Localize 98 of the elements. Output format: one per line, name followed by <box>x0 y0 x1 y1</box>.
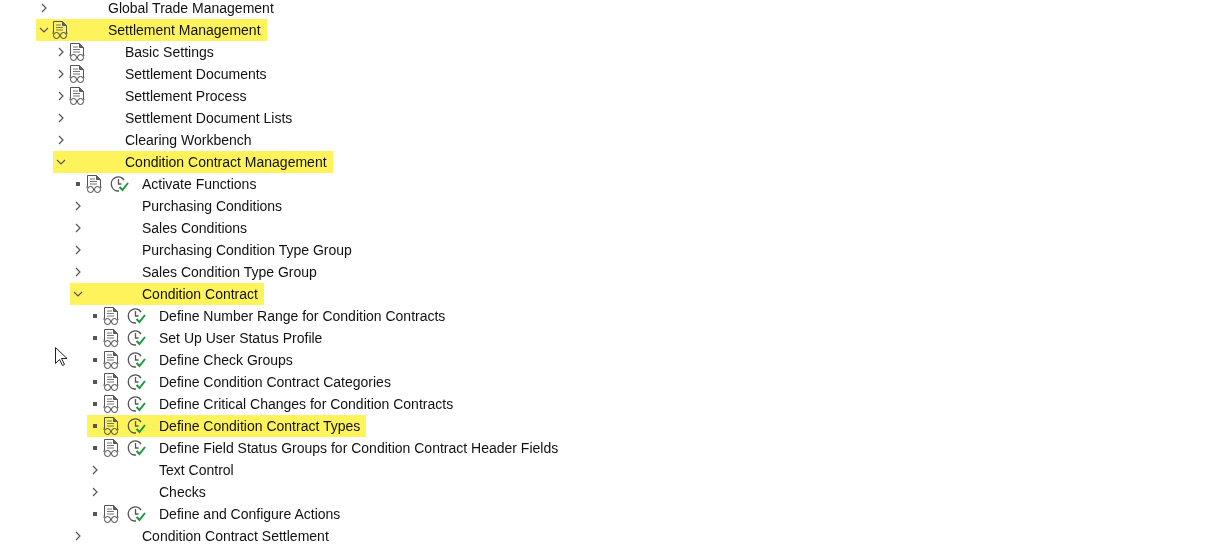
tree-item-label[interactable]: Set Up User Status Profile <box>159 330 323 346</box>
chevron-right-icon[interactable] <box>92 487 98 497</box>
clock-check-icon[interactable] <box>127 395 146 413</box>
document-glasses-icon[interactable] <box>52 21 68 39</box>
tree-row[interactable]: Purchasing Conditions <box>70 195 289 217</box>
tree-row[interactable]: Settlement Document Lists <box>53 107 299 129</box>
document-glasses-icon[interactable] <box>103 395 119 413</box>
tree-item-label[interactable]: Settlement Management <box>108 22 261 38</box>
tree-row[interactable]: Global Trade Management <box>36 0 280 19</box>
tree-row[interactable]: Settlement Management <box>36 19 267 41</box>
document-glasses-icon[interactable] <box>103 373 119 391</box>
tree-row[interactable]: Text Control <box>87 459 240 481</box>
clock-check-icon[interactable] <box>127 373 146 391</box>
document-glasses-icon[interactable] <box>86 175 102 193</box>
bullet-icon <box>93 336 97 340</box>
tree-row[interactable]: Settlement Documents <box>53 63 273 85</box>
bullet-icon <box>93 402 97 406</box>
chevron-right-icon[interactable] <box>75 201 81 211</box>
tree-item-label[interactable]: Define and Configure Actions <box>159 506 341 522</box>
tree-item-label[interactable]: Condition Contract <box>142 286 258 302</box>
document-glasses-icon[interactable] <box>103 329 119 347</box>
clock-check-icon[interactable] <box>127 307 146 325</box>
bullet-icon <box>93 358 97 362</box>
tree-item-label[interactable]: Define Condition Contract Categories <box>159 374 391 390</box>
tree-item-label[interactable]: Settlement Documents <box>125 66 267 82</box>
tree-row[interactable]: Condition Contract Management <box>53 151 333 173</box>
clock-check-icon[interactable] <box>110 175 129 193</box>
chevron-right-icon[interactable] <box>58 91 64 101</box>
tree-row[interactable]: Define Condition Contract Categories <box>87 371 397 393</box>
chevron-right-icon[interactable] <box>75 223 81 233</box>
chevron-down-icon[interactable] <box>56 159 66 165</box>
document-glasses-icon[interactable] <box>69 65 85 83</box>
chevron-right-icon[interactable] <box>75 531 81 541</box>
tree-item-label[interactable]: Activate Functions <box>142 176 257 192</box>
chevron-right-icon[interactable] <box>75 267 81 277</box>
tree-item-label[interactable]: Sales Conditions <box>142 220 248 236</box>
chevron-down-icon[interactable] <box>39 27 49 33</box>
tree-row[interactable]: Condition Contract Settlement <box>70 525 335 546</box>
chevron-right-icon[interactable] <box>41 3 47 13</box>
clock-check-icon[interactable] <box>127 329 146 347</box>
tree-row[interactable]: Condition Contract <box>70 283 264 305</box>
bullet-icon <box>93 512 97 516</box>
tree-row[interactable]: Define Check Groups <box>87 349 299 371</box>
tree-row[interactable]: Settlement Process <box>53 85 253 107</box>
document-glasses-icon[interactable] <box>69 87 85 105</box>
clock-check-icon[interactable] <box>127 417 146 435</box>
document-glasses-icon[interactable] <box>103 351 119 369</box>
clock-check-icon[interactable] <box>127 351 146 369</box>
document-glasses-icon[interactable] <box>69 43 85 61</box>
tree-item-label[interactable]: Checks <box>159 484 206 500</box>
tree-row[interactable]: Define Number Range for Condition Contracts <box>87 305 452 327</box>
tree-item-label[interactable]: Purchasing Condition Type Group <box>142 242 352 258</box>
tree-row[interactable]: Define Field Status Groups for Condition Contract Header Fields <box>87 437 565 459</box>
mouse-pointer-icon <box>55 347 67 366</box>
clock-check-icon[interactable] <box>127 505 146 523</box>
document-glasses-icon[interactable] <box>103 307 119 325</box>
tree-row[interactable]: Sales Condition Type Group <box>70 261 323 283</box>
tree-row[interactable]: Basic Settings <box>53 41 220 63</box>
tree-item-label[interactable]: Define Condition Contract Types <box>159 418 361 434</box>
tree-row[interactable]: Activate Functions <box>70 173 263 195</box>
tree-item-label[interactable]: Define Number Range for Condition Contracts <box>159 308 446 324</box>
tree-item-label[interactable]: Condition Contract Settlement <box>142 528 329 544</box>
tree-row[interactable]: Define Condition Contract Types <box>87 415 367 437</box>
tree-item-label[interactable]: Purchasing Conditions <box>142 198 283 214</box>
tree-item-label[interactable]: Clearing Workbench <box>125 132 252 148</box>
tree-row[interactable]: Set Up User Status Profile <box>87 327 329 349</box>
chevron-right-icon[interactable] <box>58 47 64 57</box>
chevron-right-icon[interactable] <box>92 465 98 475</box>
bullet-icon <box>76 182 80 186</box>
tree-item-label[interactable]: Settlement Process <box>125 88 247 104</box>
tree-item-label[interactable]: Define Check Groups <box>159 352 293 368</box>
chevron-down-icon[interactable] <box>73 291 83 297</box>
tree-item-label[interactable]: Basic Settings <box>125 44 214 60</box>
tree-item-label[interactable]: Define Field Status Groups for Condition Contract Header Fields <box>159 440 559 456</box>
bullet-icon <box>93 446 97 450</box>
tree-row[interactable]: Define Critical Changes for Condition Contracts <box>87 393 460 415</box>
tree-row[interactable]: Purchasing Condition Type Group <box>70 239 358 261</box>
tree-row[interactable]: Clearing Workbench <box>53 129 258 151</box>
chevron-right-icon[interactable] <box>58 113 64 123</box>
tree-item-label[interactable]: Sales Condition Type Group <box>142 264 317 280</box>
tree-row[interactable]: Checks <box>87 481 212 503</box>
tree-item-label[interactable]: Text Control <box>159 462 234 478</box>
document-glasses-icon[interactable] <box>103 417 119 435</box>
tree-item-label[interactable]: Settlement Document Lists <box>125 110 293 126</box>
chevron-right-icon[interactable] <box>58 69 64 79</box>
tree-item-label[interactable]: Global Trade Management <box>108 0 274 16</box>
tree-item-label[interactable]: Condition Contract Management <box>125 154 327 170</box>
tree-row[interactable]: Sales Conditions <box>70 217 254 239</box>
clock-check-icon[interactable] <box>127 439 146 457</box>
bullet-icon <box>93 424 97 428</box>
bullet-icon <box>93 380 97 384</box>
chevron-right-icon[interactable] <box>58 135 64 145</box>
document-glasses-icon[interactable] <box>103 439 119 457</box>
tree-item-label[interactable]: Define Critical Changes for Condition Contracts <box>159 396 454 412</box>
chevron-right-icon[interactable] <box>75 245 81 255</box>
document-glasses-icon[interactable] <box>103 505 119 523</box>
bullet-icon <box>93 314 97 318</box>
tree-row[interactable]: Define and Configure Actions <box>87 503 347 525</box>
